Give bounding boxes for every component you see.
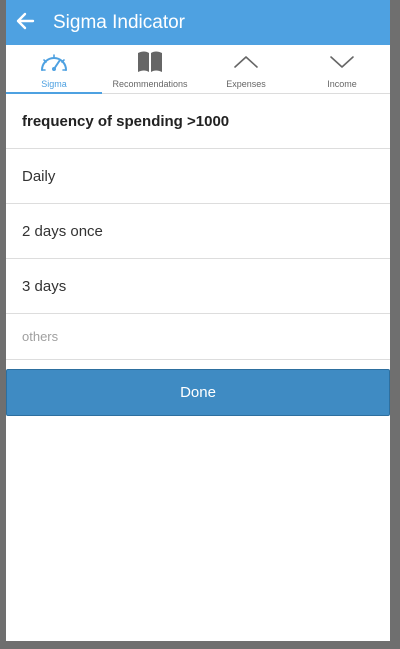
app-screen: Sigma Indicator Sigma Recommendations Ex…	[6, 0, 390, 641]
tab-label: Income	[327, 79, 357, 89]
question-heading: frequency of spending >1000	[6, 94, 390, 149]
tab-bar: Sigma Recommendations Expenses Income	[6, 45, 390, 94]
tab-label: Sigma	[41, 79, 67, 89]
app-bar: Sigma Indicator	[6, 0, 390, 45]
option-3-days[interactable]: 3 days	[6, 259, 390, 314]
chevron-up-icon	[233, 49, 259, 75]
tab-label: Recommendations	[112, 79, 188, 89]
done-button[interactable]: Done	[6, 369, 390, 416]
others-row	[6, 314, 390, 360]
tab-income[interactable]: Income	[294, 45, 390, 93]
tab-label: Expenses	[226, 79, 266, 89]
page-title: Sigma Indicator	[53, 12, 186, 33]
back-button[interactable]	[8, 0, 42, 45]
book-icon	[136, 49, 164, 75]
chevron-down-icon	[329, 49, 355, 75]
option-2-days-once[interactable]: 2 days once	[6, 204, 390, 259]
arrow-left-icon	[15, 12, 35, 34]
device-frame: Sigma Indicator Sigma Recommendations Ex…	[0, 0, 400, 649]
tab-sigma[interactable]: Sigma	[6, 45, 102, 94]
tab-expenses[interactable]: Expenses	[198, 45, 294, 93]
others-input[interactable]	[22, 329, 362, 344]
question-panel: frequency of spending >1000 Daily 2 days…	[6, 94, 390, 416]
option-daily[interactable]: Daily	[6, 149, 390, 204]
speedometer-icon	[39, 49, 69, 75]
tab-recommendations[interactable]: Recommendations	[102, 45, 198, 93]
